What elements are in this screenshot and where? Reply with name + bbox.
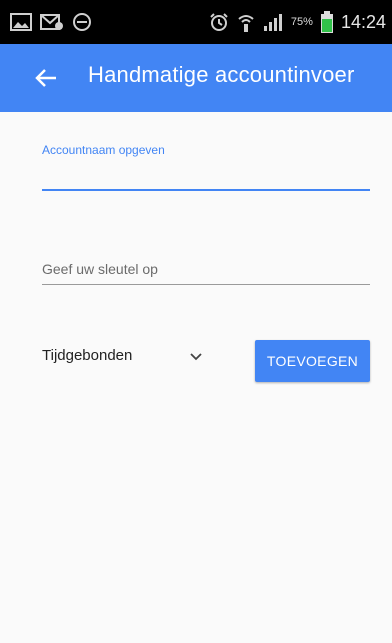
wifi-icon xyxy=(238,15,254,32)
image-icon xyxy=(10,13,32,31)
add-button[interactable]: TOEVOEGEN xyxy=(255,340,370,382)
chevron-down-icon xyxy=(190,353,202,361)
minus-circle-icon xyxy=(73,13,91,31)
key-underline xyxy=(42,284,370,285)
mail-icon xyxy=(40,14,63,30)
account-name-field[interactable]: Accountnaam opgeven xyxy=(42,143,370,195)
key-placeholder: Geef uw sleutel op xyxy=(42,261,158,277)
alarm-icon xyxy=(210,13,228,31)
status-time: 14:24 xyxy=(340,11,386,32)
status-bar: 75% 14:24 xyxy=(0,0,392,44)
page-title: Handmatige accountinvoer xyxy=(88,62,355,87)
battery-percent: 75% xyxy=(290,16,313,28)
key-field[interactable]: Geef uw sleutel op xyxy=(42,258,370,290)
account-name-label: Accountnaam opgeven xyxy=(42,143,165,157)
type-select-value: Tijdgebonden xyxy=(42,347,133,364)
battery-icon xyxy=(320,11,333,33)
app-bar: Handmatige accountinvoer xyxy=(0,44,392,112)
status-icons-right: 75% 14:24 xyxy=(209,0,386,44)
arrow-left-icon[interactable] xyxy=(32,64,60,92)
signal-icon xyxy=(263,14,282,31)
status-icons-left xyxy=(10,0,92,44)
type-select[interactable]: Tijdgebonden xyxy=(42,343,222,371)
account-name-underline xyxy=(42,189,370,191)
